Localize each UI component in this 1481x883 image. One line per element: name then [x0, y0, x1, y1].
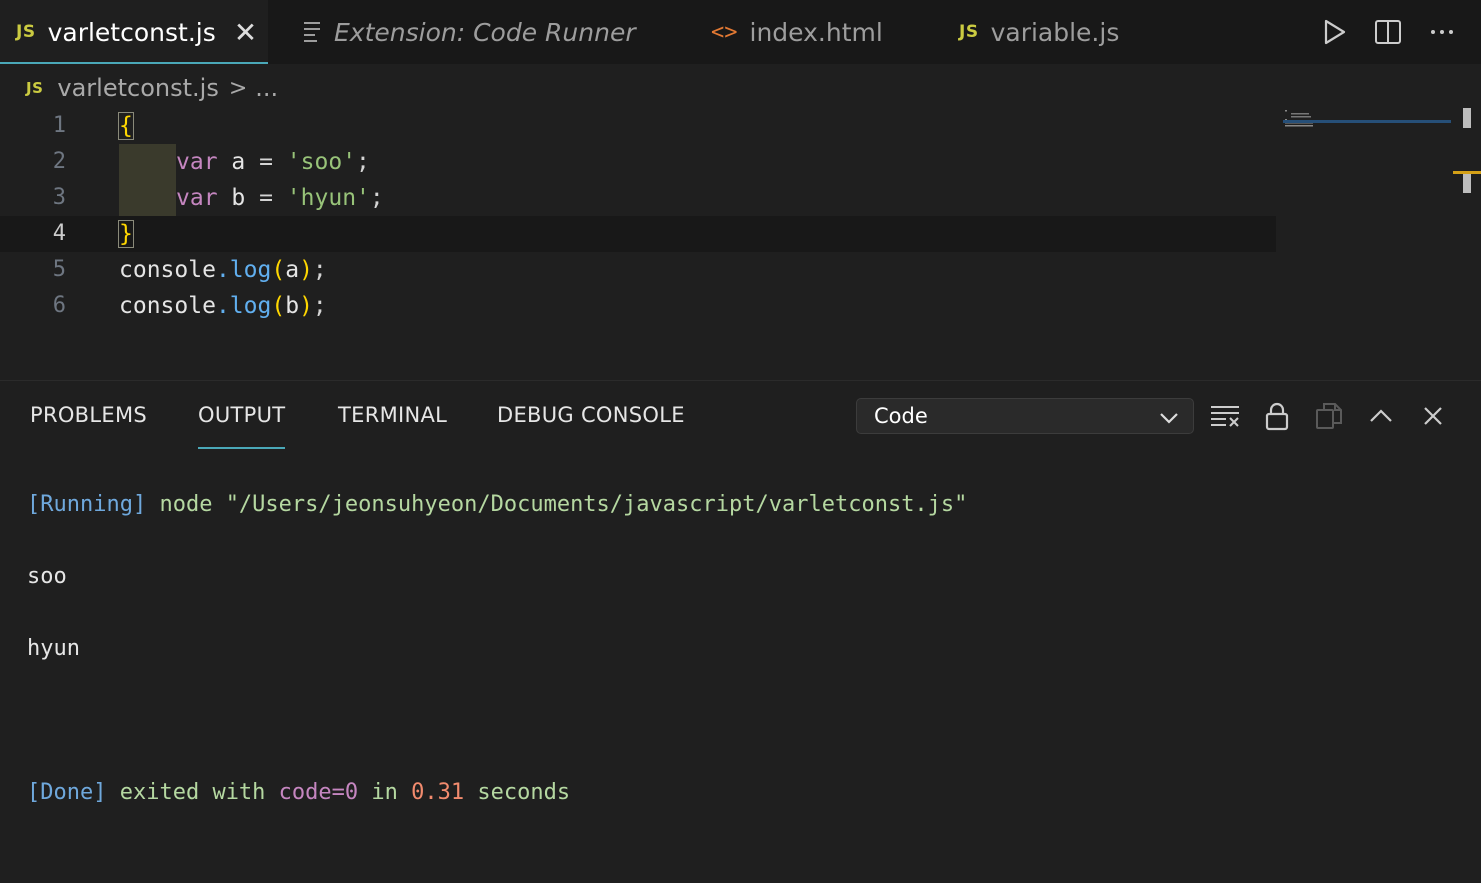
close-panel-icon[interactable]	[1418, 401, 1448, 431]
output-line: soo	[27, 564, 67, 589]
paren: )	[299, 293, 313, 319]
tab-varletconst-js[interactable]: JS varletconst.js ✕	[0, 0, 268, 64]
open-brace: {	[118, 112, 134, 140]
method-name: log	[229, 257, 272, 283]
maximize-panel-icon[interactable]	[1366, 401, 1396, 431]
tab-output[interactable]: OUTPUT	[198, 403, 286, 449]
split-editor-icon[interactable]	[1373, 17, 1403, 47]
operator: =	[259, 149, 273, 175]
tab-label: Extension: Code Runner	[334, 17, 636, 47]
lock-scroll-icon[interactable]	[1262, 401, 1292, 431]
semicolon: ;	[369, 185, 384, 211]
string-literal: 'soo'	[272, 149, 357, 175]
semicolon: ;	[312, 257, 327, 283]
code-line: 1 {	[0, 108, 1276, 144]
tab-label: varletconst.js	[47, 17, 216, 47]
done-tag: [Done]	[27, 780, 107, 805]
line-number: 5	[52, 257, 66, 282]
output-log[interactable]: [Running] node "/Users/jeonsuhyeon/Docum…	[27, 451, 967, 883]
elapsed-time: 0.31	[411, 780, 465, 805]
copy-icon[interactable]	[1314, 401, 1344, 431]
tab-variable-js[interactable]: JS variable.js	[959, 0, 1119, 64]
string-literal: 'hyun'	[272, 185, 370, 211]
line-number: 3	[52, 185, 66, 210]
breadcrumb: JS varletconst.js > ...	[26, 68, 278, 108]
output-channel-value: Code	[874, 404, 928, 428]
editor-scrollbar-marker	[1463, 171, 1471, 193]
code-line: 2 var a = 'soo';	[0, 144, 1276, 180]
exit-code: code=0	[278, 780, 359, 805]
indent-guide	[119, 180, 176, 216]
done-text: in	[358, 780, 412, 805]
tab-debug-console[interactable]: DEBUG CONSOLE	[497, 403, 685, 427]
semicolon: ;	[356, 149, 370, 175]
argument: b	[285, 293, 300, 319]
js-file-icon: JS	[959, 22, 979, 42]
close-tab-icon[interactable]: ✕	[234, 16, 257, 49]
operator: =	[259, 185, 273, 211]
identifier: a	[217, 149, 260, 175]
identifier: b	[217, 185, 260, 211]
code-line: 5 console.log(a);	[0, 252, 1276, 288]
tab-extension-code-runner[interactable]: Extension: Code Runner	[304, 0, 636, 64]
done-text: seconds	[464, 780, 571, 805]
output-channel-select[interactable]: Code	[856, 398, 1194, 434]
tab-index-html[interactable]: <> index.html	[711, 0, 883, 64]
keyword: var	[176, 185, 218, 211]
js-file-icon: JS	[16, 22, 36, 42]
line-number: 6	[52, 293, 66, 318]
paren: (	[271, 293, 286, 319]
minimap-slider[interactable]	[1283, 120, 1451, 123]
line-number: 4	[52, 221, 66, 246]
dot: .	[215, 293, 230, 319]
identifier: console	[119, 293, 216, 319]
keyword: var	[176, 149, 218, 175]
running-command: node "/Users/jeonsuhyeon/Documents/javas…	[146, 492, 968, 517]
semicolon: ;	[312, 293, 327, 319]
editor-tab-bar: JS varletconst.js ✕ Extension: Code Runn…	[0, 0, 1481, 64]
code-editor[interactable]: 1 { 2 var a = 'soo'; 3 var b = 'hyun'; 4…	[0, 108, 1481, 380]
clear-output-icon[interactable]	[1210, 401, 1240, 431]
breadcrumb-more[interactable]: ...	[255, 74, 278, 102]
minimap[interactable]	[1283, 108, 1453, 138]
code-line: 6 console.log(b);	[0, 288, 1276, 324]
indent-guide	[119, 144, 176, 180]
more-actions-icon[interactable]	[1427, 17, 1457, 47]
bottom-panel: PROBLEMS OUTPUT TERMINAL DEBUG CONSOLE C…	[0, 381, 1481, 805]
output-line: hyun	[27, 636, 80, 661]
tab-problems[interactable]: PROBLEMS	[30, 403, 147, 427]
editor-scrollbar[interactable]	[1463, 108, 1471, 128]
output-line-running: [Running] node "/Users/jeonsuhyeon/Docum…	[27, 487, 967, 523]
editor-actions	[1319, 0, 1481, 64]
js-file-icon: JS	[26, 79, 44, 97]
tab-label: index.html	[749, 17, 883, 47]
running-tag: [Running]	[27, 492, 147, 517]
output-blank-line	[27, 703, 967, 739]
paren: )	[299, 257, 313, 283]
panel-actions	[1210, 401, 1448, 431]
done-text: exited with	[106, 780, 279, 805]
chevron-right-icon: >	[228, 75, 248, 101]
overview-ruler-marker	[1453, 171, 1481, 174]
tab-label: variable.js	[990, 17, 1120, 47]
identifier: console	[119, 257, 216, 283]
line-number: 1	[52, 113, 66, 138]
close-brace: }	[118, 220, 134, 248]
argument: a	[285, 257, 300, 283]
chevron-down-icon	[1159, 408, 1179, 432]
line-number: 2	[52, 149, 66, 174]
paren: (	[271, 257, 286, 283]
method-name: log	[229, 293, 272, 319]
breadcrumb-file[interactable]: varletconst.js	[57, 74, 218, 102]
output-line-done: [Done] exited with code=0 in 0.31 second…	[27, 775, 967, 811]
code-line: 3 var b = 'hyun';	[0, 180, 1276, 216]
tab-terminal[interactable]: TERMINAL	[338, 403, 447, 427]
run-code-icon[interactable]	[1319, 17, 1349, 47]
html-file-icon: <>	[711, 19, 738, 45]
preview-icon	[304, 18, 320, 46]
dot: .	[215, 257, 230, 283]
code-line-current: 4 }	[0, 216, 1276, 252]
